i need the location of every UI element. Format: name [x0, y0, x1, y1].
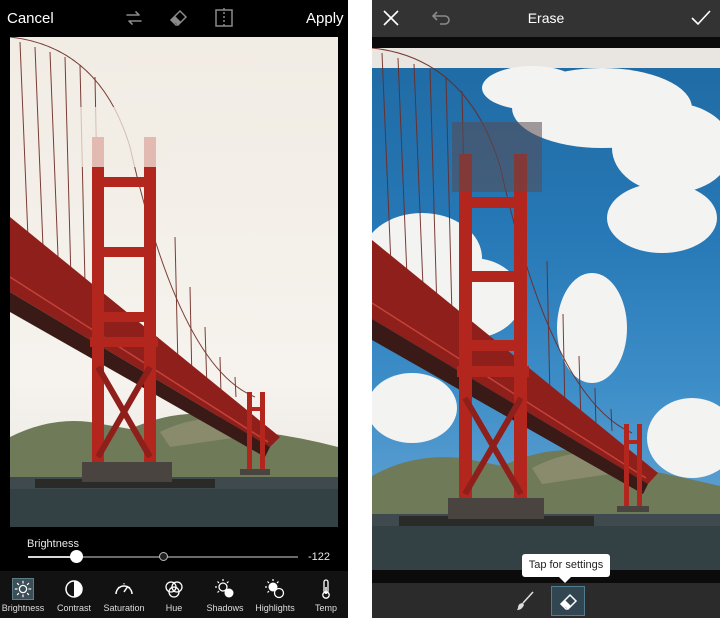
checkmark-icon[interactable] — [690, 9, 712, 27]
half-circle-icon — [65, 580, 83, 598]
tool-label: Hue — [165, 603, 183, 613]
settings-tooltip: Tap for settings — [522, 554, 610, 583]
adjust-toolbar: Brightness Contrast Saturation Hue Shado… — [0, 571, 348, 618]
eraser-icon — [559, 593, 578, 610]
tool-temp[interactable]: Temp — [307, 571, 345, 618]
eraser-icon[interactable] — [168, 8, 190, 28]
brush-icon — [517, 591, 534, 610]
brush-tool-button[interactable] — [508, 586, 542, 616]
erase-header: Erase — [372, 0, 720, 37]
tool-label: Highlights — [255, 603, 295, 613]
slider-thumb[interactable] — [70, 550, 84, 563]
adjust-header: Cancel Apply — [0, 0, 348, 37]
page-title: Erase — [527, 10, 565, 26]
swap-icon[interactable] — [123, 8, 145, 28]
tool-label: Brightness — [1, 603, 45, 613]
thermometer-icon — [322, 579, 330, 599]
color-circles-icon — [165, 581, 183, 598]
tool-highlights[interactable]: Highlights — [255, 571, 295, 618]
apply-button[interactable]: Apply — [306, 10, 344, 27]
tool-brightness[interactable]: Brightness — [2, 571, 44, 618]
tool-label: Contrast — [56, 603, 91, 613]
gauge-icon — [115, 583, 133, 595]
tool-shadows[interactable]: Shadows — [206, 571, 244, 618]
erase-canvas[interactable] — [372, 48, 720, 570]
slider-default-marker — [158, 552, 168, 561]
erase-screen: Erase Tap for settings — [372, 0, 720, 618]
tool-label: Shadows — [206, 603, 244, 613]
tool-contrast[interactable]: Contrast — [55, 571, 93, 618]
tool-hue[interactable]: Hue — [155, 571, 193, 618]
adjust-label: Brightness — [27, 538, 79, 550]
shadow-sun-icon — [215, 579, 234, 598]
adjust-value: -122 — [308, 551, 331, 563]
compare-icon[interactable] — [213, 8, 235, 28]
eraser-tool-button[interactable] — [551, 586, 585, 616]
cancel-button[interactable]: Cancel — [7, 10, 54, 27]
erase-toolbar — [372, 583, 720, 618]
adjust-screen: Cancel Apply Brightness -122 Brightness … — [0, 0, 348, 618]
tool-label: Saturation — [103, 603, 145, 613]
canvas-top-border — [372, 37, 720, 48]
photo-preview[interactable] — [10, 37, 338, 527]
tool-label: Temp — [314, 603, 337, 613]
highlight-sun-icon — [265, 579, 285, 599]
tool-saturation[interactable]: Saturation — [103, 571, 145, 618]
sun-icon — [12, 578, 34, 600]
